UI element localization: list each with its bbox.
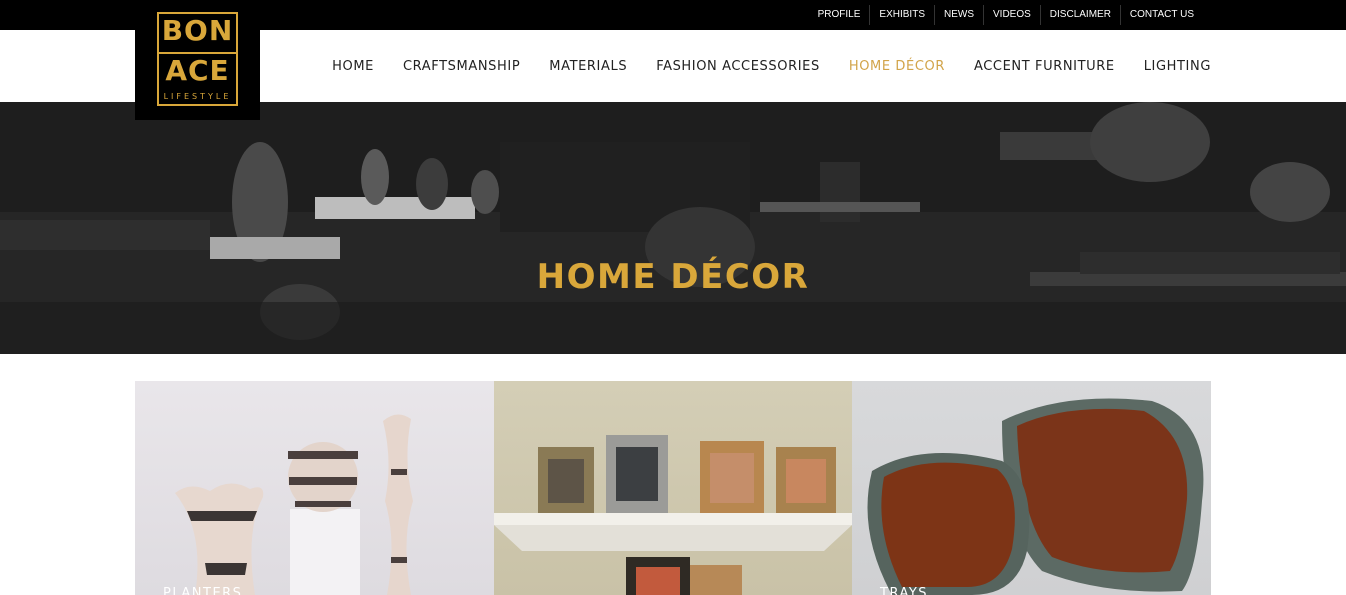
utility-link-news[interactable]: NEWS bbox=[934, 5, 983, 25]
utility-link-contact-us[interactable]: CONTACT US bbox=[1119, 5, 1203, 25]
trays-product-image bbox=[867, 398, 1204, 595]
hero-background-image bbox=[0, 102, 1346, 354]
category-label-trays: TRAYS bbox=[880, 586, 929, 595]
planters-product-image bbox=[175, 414, 413, 595]
utility-link-disclaimer[interactable]: DISCLAIMER bbox=[1039, 5, 1120, 25]
nav-home[interactable]: HOME bbox=[332, 59, 374, 74]
logo-word-ace: ACE bbox=[165, 54, 230, 87]
category-tile-frames[interactable] bbox=[494, 381, 852, 595]
page-title: HOME DÉCOR bbox=[536, 257, 810, 297]
category-grid: PLANTERS TRAYS bbox=[135, 381, 1211, 595]
category-tile-planters[interactable]: PLANTERS bbox=[135, 381, 494, 595]
utility-link-profile[interactable]: PROFILE bbox=[809, 5, 870, 25]
nav-materials[interactable]: MATERIALS bbox=[549, 59, 627, 74]
utility-link-videos[interactable]: VIDEOS bbox=[983, 5, 1040, 25]
nav-lighting[interactable]: LIGHTING bbox=[1144, 59, 1211, 74]
nav-fashion-accessories[interactable]: FASHION ACCESSORIES bbox=[656, 59, 820, 74]
nav-craftsmanship[interactable]: CRAFTSMANSHIP bbox=[403, 59, 520, 74]
logo-word-bon: BON bbox=[161, 14, 234, 47]
site-logo[interactable]: BON ACE LIFESTYLE bbox=[135, 0, 260, 120]
utility-nav: PROFILE EXHIBITS NEWS VIDEOS DISCLAIMER … bbox=[809, 0, 1203, 30]
logo-frame: BON ACE LIFESTYLE bbox=[157, 12, 238, 106]
nav-home-decor[interactable]: HOME DÉCOR bbox=[849, 59, 945, 74]
main-nav: HOME CRAFTSMANSHIP MATERIALS FASHION ACC… bbox=[303, 30, 1211, 102]
category-label-planters: PLANTERS bbox=[163, 586, 243, 595]
logo-tagline: LIFESTYLE bbox=[163, 92, 232, 101]
nav-accent-furniture[interactable]: ACCENT FURNITURE bbox=[974, 59, 1115, 74]
hero-banner: HOME DÉCOR bbox=[0, 102, 1346, 354]
frames-product-image bbox=[494, 435, 852, 595]
utility-link-exhibits[interactable]: EXHIBITS bbox=[869, 5, 934, 25]
category-tile-trays[interactable]: TRAYS bbox=[852, 381, 1211, 595]
